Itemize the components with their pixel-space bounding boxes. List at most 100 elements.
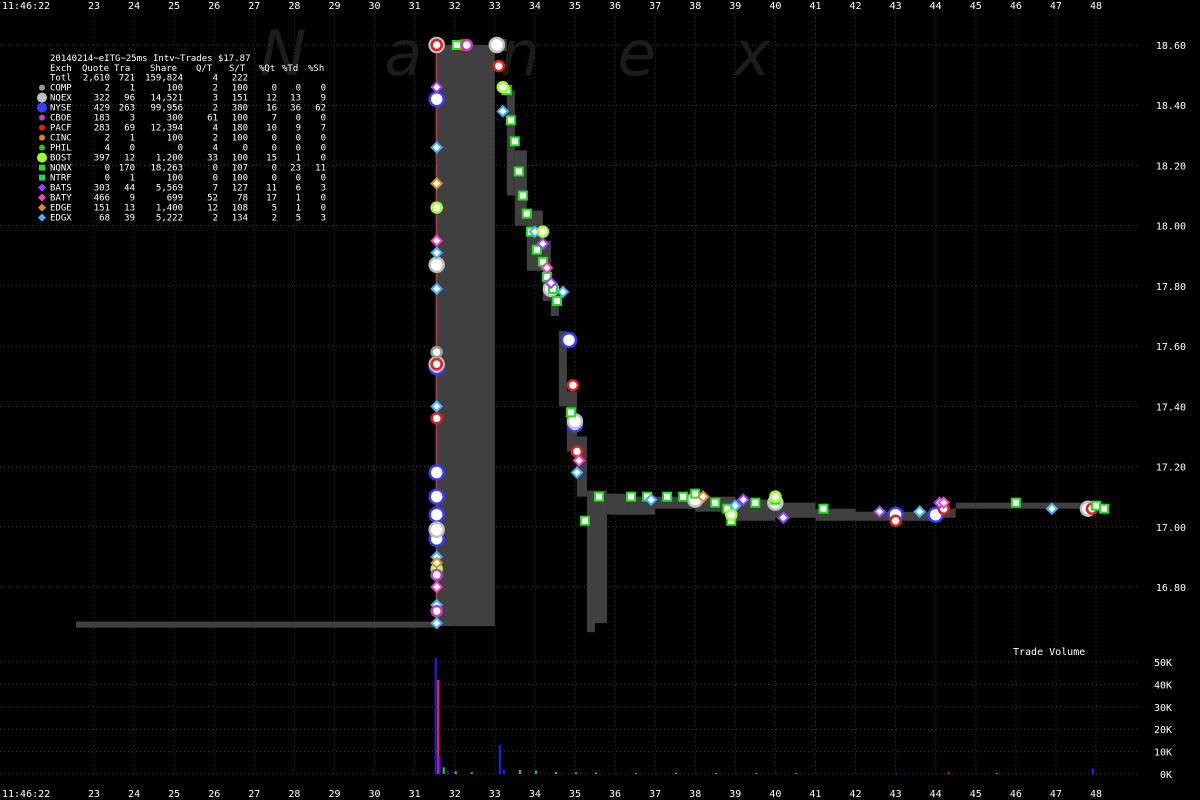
table-cell: 107 — [232, 164, 248, 174]
x-tick-label-bottom: 25 — [168, 789, 180, 800]
table-cell: 16 — [266, 104, 277, 114]
table-total-cell: 159,824 — [145, 74, 183, 84]
x-tick-label-bottom: 36 — [609, 789, 621, 800]
trade-point-nqnx — [662, 491, 673, 502]
trade-point-bost — [430, 201, 443, 214]
trade-point-nqex — [488, 36, 506, 54]
time-label-top: 11:46:22 — [2, 1, 50, 12]
trade-point-pacf — [492, 59, 506, 73]
legend-marker — [39, 174, 45, 181]
trade-point-pacf — [889, 514, 902, 527]
nbbo-segment — [75, 621, 435, 628]
legend-marker — [37, 92, 47, 103]
table-cell: 13 — [124, 204, 135, 214]
x-tick-label-top: 30 — [369, 1, 381, 12]
table-cell: 6 — [296, 184, 301, 194]
table-cell: 1,400 — [156, 204, 183, 214]
table-cell: 0 — [213, 164, 218, 174]
table-cell: 17 — [266, 194, 277, 204]
price-axis: 16.80 17.00 17.20 17.40 17.60 17.80 18.00 18.20… — [1156, 41, 1186, 594]
table-cell: 0 — [296, 174, 301, 184]
table-total-cell: 222 — [232, 74, 248, 84]
legend-marker — [38, 183, 46, 192]
volume-bar — [675, 772, 678, 774]
volume-bar — [534, 770, 537, 774]
trade-point-pacf — [430, 357, 443, 371]
table-total-cell: 721 — [119, 74, 135, 84]
table-cell: 100 — [232, 174, 248, 184]
table-cell: 100 — [232, 134, 248, 144]
table-cell: 2 — [213, 104, 218, 114]
x-tick-label-bottom: 45 — [970, 789, 982, 800]
volume-bar — [995, 773, 998, 775]
price-tick-label: 18.40 — [1156, 101, 1186, 112]
table-cell: 44 — [124, 184, 135, 194]
trade-point-nqnx — [451, 40, 462, 50]
volume-bar — [554, 771, 557, 774]
table-exch-label: NTRF — [50, 174, 72, 184]
table-cell: 151 — [94, 204, 110, 214]
table-cell: 61 — [207, 114, 218, 124]
x-tick-label-top: 24 — [128, 1, 140, 12]
table-cell: 2 — [105, 134, 110, 144]
trade-point-pacf — [566, 378, 580, 392]
table-cell: 397 — [94, 154, 110, 164]
trade-point-nqnx — [1010, 497, 1021, 508]
trade-point-edgx — [556, 285, 570, 299]
volume-bar — [442, 767, 445, 774]
table-cell: 0 — [321, 194, 326, 204]
table-cell: 303 — [94, 184, 110, 194]
x-axis-bottom: 23 24 25 26 27 28 29 30 31 32 33 34 35 36 37 38 39 40 41 42… — [88, 789, 1102, 800]
table-cell: 4 — [213, 144, 218, 154]
trade-point-nqnx — [505, 115, 516, 126]
volume-tick-label: 10K — [1154, 748, 1172, 759]
x-tick-label-bottom: 32 — [449, 789, 461, 800]
table-cell: 7 — [213, 184, 218, 194]
trade-point-nqnx — [579, 515, 590, 526]
nbbo-segment — [595, 490, 608, 624]
legend-marker — [37, 102, 47, 113]
x-tick-label-top: 26 — [208, 1, 220, 12]
trade-point-nqnx — [551, 295, 562, 306]
table-cell: 0 — [321, 154, 326, 164]
table-exch-label: CINC — [50, 134, 72, 144]
volume-bar — [502, 769, 505, 774]
table-cell: 5 — [296, 214, 301, 224]
table-cell: 0 — [105, 164, 110, 174]
table-cell: 0 — [321, 84, 326, 94]
table-cell: 12 — [207, 204, 218, 214]
table-header: Quote — [82, 64, 109, 74]
table-cell: 78 — [237, 194, 248, 204]
table-cell: 100 — [232, 154, 248, 164]
table-cell: 0 — [321, 144, 326, 154]
volume-bar — [1091, 768, 1094, 774]
x-tick-label-bottom: 43 — [890, 789, 902, 800]
table-cell: 108 — [232, 204, 248, 214]
chart-canvas: Nanex 23 24 25 26 27 28 29 30 31 32 33 34 35 36 37 38 39… — [0, 1, 1186, 800]
x-tick-label-top: 25 — [168, 1, 180, 12]
legend-marker — [39, 144, 45, 151]
table-cell: 283 — [94, 124, 110, 134]
table-cell: 33 — [207, 154, 218, 164]
x-tick-label-bottom: 23 — [88, 789, 100, 800]
x-tick-label-bottom: 29 — [328, 789, 340, 800]
volume-bar — [470, 772, 473, 774]
table-cell: 0 — [213, 174, 218, 184]
x-tick-label-bottom: 27 — [248, 789, 260, 800]
table-cell: 180 — [232, 124, 248, 134]
table-cell: 134 — [232, 214, 248, 224]
table-total-label: Totl — [50, 74, 72, 84]
table-cell: 466 — [94, 194, 110, 204]
table-cell: 7 — [272, 114, 277, 124]
table-cell: 1 — [296, 204, 301, 214]
price-tick-label: 17.80 — [1156, 282, 1186, 293]
x-tick-label-top: 46 — [1010, 1, 1022, 12]
table-cell: 3 — [321, 184, 326, 194]
x-tick-label-bottom: 40 — [769, 789, 781, 800]
table-header: S/T — [229, 64, 246, 74]
table-cell: 0 — [178, 144, 183, 154]
x-tick-label-bottom: 31 — [409, 789, 421, 800]
table-cell: 99,956 — [150, 104, 183, 114]
table-cell: 96 — [124, 94, 135, 104]
table-cell: 3 — [213, 94, 218, 104]
